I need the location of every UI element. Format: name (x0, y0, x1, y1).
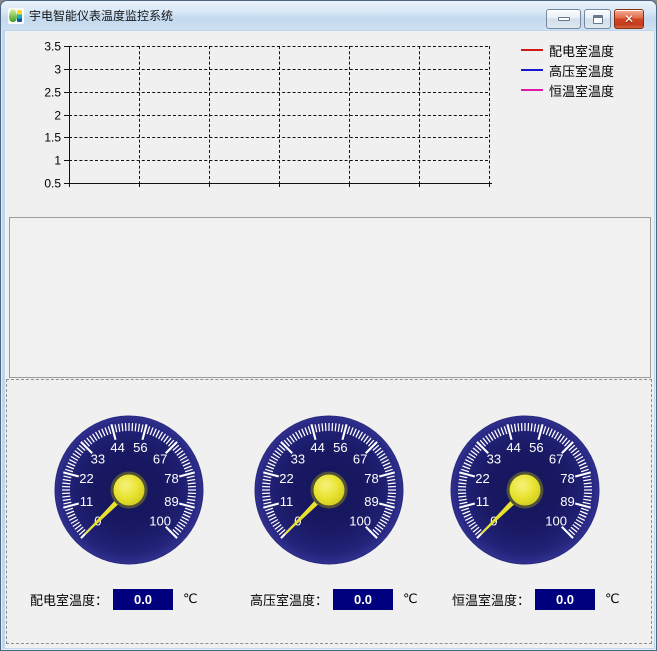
legend-item: 配电室温度 (521, 40, 614, 60)
close-button[interactable]: ✕ (614, 9, 644, 29)
svg-text:11: 11 (80, 494, 94, 509)
gauge-distribution-room: 01122334456677889100 (54, 415, 204, 565)
svg-text:56: 56 (133, 440, 147, 455)
svg-text:22: 22 (279, 471, 293, 486)
titlebar[interactable]: 宇电智能仪表温度监控系统 ✕ (1, 1, 656, 30)
svg-text:67: 67 (353, 451, 367, 466)
svg-text:33: 33 (291, 451, 305, 466)
svg-text:44: 44 (110, 440, 124, 455)
svg-text:78: 78 (364, 471, 378, 486)
temperature-trend-chart: 3.5 3 2.5 2 1.5 1 0.5 (5, 31, 505, 201)
svg-text:2.5: 2.5 (44, 86, 61, 100)
svg-text:78: 78 (164, 471, 178, 486)
svg-text:89: 89 (560, 494, 574, 509)
svg-text:22: 22 (475, 471, 489, 486)
svg-text:67: 67 (153, 451, 167, 466)
svg-text:67: 67 (549, 451, 563, 466)
svg-text:3.5: 3.5 (44, 40, 61, 54)
minimize-button[interactable] (546, 9, 581, 29)
maximize-icon (593, 15, 603, 24)
window-controls: ✕ (546, 9, 644, 29)
close-icon: ✕ (624, 13, 634, 25)
svg-text:89: 89 (164, 494, 178, 509)
svg-text:1.5: 1.5 (44, 131, 61, 145)
gauge-high-voltage-room: 01122334456677889100 (254, 415, 404, 565)
svg-text:22: 22 (79, 471, 93, 486)
gauge-panel: 01122334456677889100 0112233445667788910… (6, 379, 652, 644)
legend-line-blue (521, 69, 543, 71)
svg-text:0.5: 0.5 (44, 177, 61, 191)
svg-text:2: 2 (54, 109, 61, 123)
legend-line-magenta (521, 89, 543, 91)
minimize-icon (558, 17, 570, 21)
gauge-thermostat-room: 01122334456677889100 (450, 415, 600, 565)
svg-text:3: 3 (54, 63, 61, 77)
svg-text:11: 11 (476, 494, 490, 509)
svg-text:56: 56 (529, 440, 543, 455)
app-window: 宇电智能仪表温度监控系统 ✕ 3.5 3 2.5 2 1.5 1 0.5 配电室温度 高压室… (0, 0, 657, 651)
temperature-value-box: 0.0 (333, 589, 393, 610)
middle-panel (9, 217, 651, 378)
svg-text:11: 11 (280, 494, 294, 509)
legend-line-red (521, 49, 543, 51)
window-title: 宇电智能仪表温度监控系统 (29, 7, 173, 24)
legend-item: 高压室温度 (521, 60, 614, 80)
svg-text:100: 100 (545, 514, 567, 529)
temperature-readout: 配电室温度： 0.0 ℃ (30, 588, 198, 610)
legend-item: 恒温室温度 (521, 80, 614, 100)
svg-text:56: 56 (333, 440, 347, 455)
chart-legend: 配电室温度 高压室温度 恒温室温度 (521, 40, 614, 100)
client-area: 3.532.521.510.5 配电室温度 高压室温度 恒温室温度 011223… (5, 31, 654, 648)
temperature-readout: 恒温室温度： 0.0 ℃ (452, 588, 620, 610)
svg-text:89: 89 (364, 494, 378, 509)
svg-text:33: 33 (487, 451, 501, 466)
temperature-value-box: 0.0 (113, 589, 173, 610)
temperature-value-box: 0.0 (535, 589, 595, 610)
svg-text:1: 1 (54, 154, 61, 168)
svg-text:100: 100 (349, 514, 371, 529)
svg-text:44: 44 (310, 440, 324, 455)
app-icon (8, 8, 24, 24)
temperature-readout: 高压室温度： 0.0 ℃ (250, 588, 418, 610)
svg-text:78: 78 (560, 471, 574, 486)
svg-text:100: 100 (149, 514, 171, 529)
maximize-button[interactable] (584, 9, 611, 29)
svg-text:44: 44 (506, 440, 520, 455)
svg-text:33: 33 (91, 451, 105, 466)
